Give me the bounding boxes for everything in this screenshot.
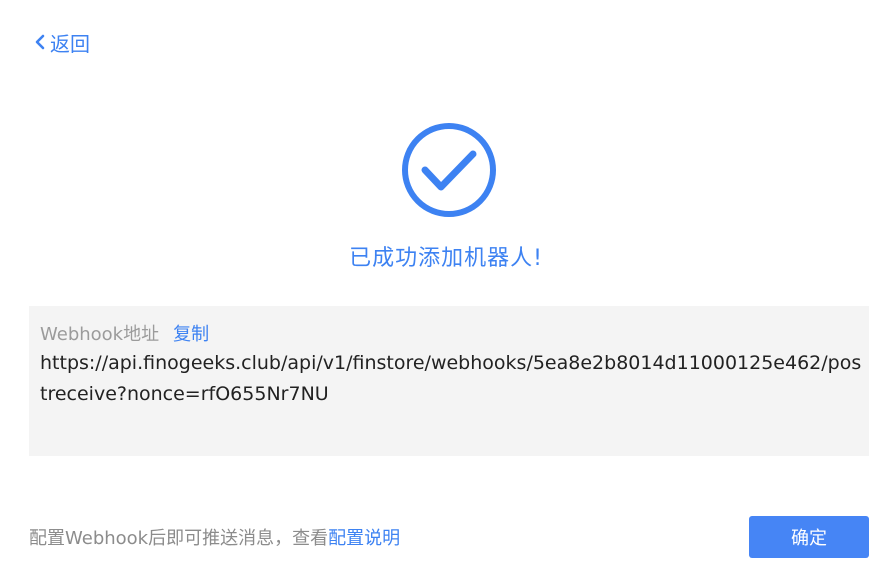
- success-title: 已成功添加机器人!: [349, 246, 543, 271]
- add-robot-success-page: 返回 已成功添加机器人! Webhook地址 复制 https://api.fi…: [0, 0, 892, 583]
- webhook-label: Webhook地址: [40, 324, 160, 345]
- check-circle-icon: [402, 123, 496, 217]
- copy-button[interactable]: 复制: [173, 320, 209, 346]
- webhook-panel: Webhook地址 复制 https://api.finogeeks.club/…: [29, 306, 869, 456]
- webhook-url: https://api.finogeeks.club/api/v1/finsto…: [40, 352, 862, 405]
- chevron-left-icon: [35, 34, 45, 50]
- back-link-label: 返回: [50, 31, 90, 56]
- footer-note: 配置Webhook后即可推送消息，查看配置说明: [29, 524, 400, 550]
- back-link[interactable]: 返回: [34, 28, 90, 56]
- config-help-link[interactable]: 配置说明: [328, 528, 400, 549]
- webhook-header: Webhook地址 复制: [40, 320, 859, 346]
- confirm-button[interactable]: 确定: [749, 516, 869, 558]
- footer-note-text: 配置Webhook后即可推送消息，查看: [29, 528, 329, 549]
